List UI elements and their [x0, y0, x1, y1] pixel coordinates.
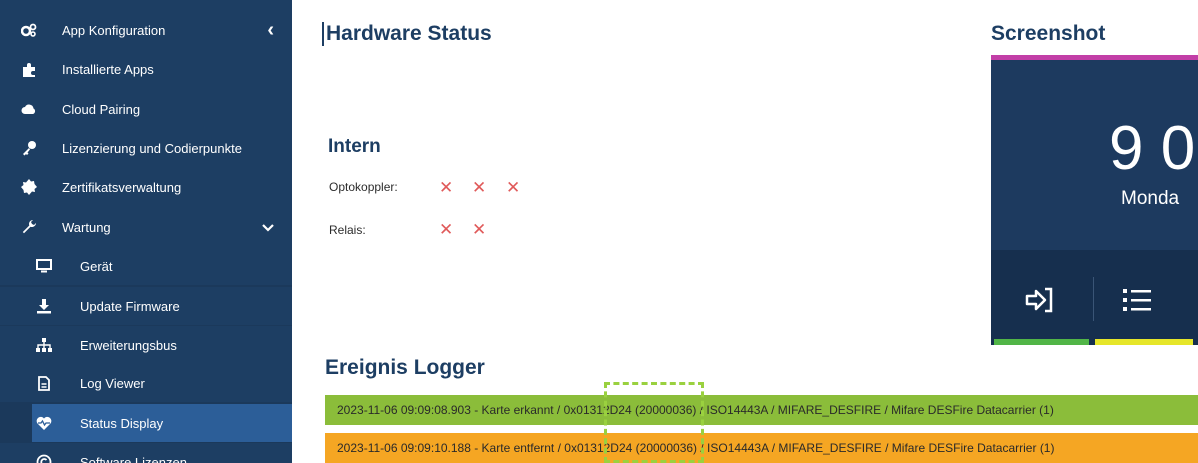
- preview-action-bar: [991, 250, 1198, 345]
- sidebar-item-wartung[interactable]: Wartung: [0, 208, 292, 246]
- gears-icon: [21, 22, 37, 38]
- sidebar-item-lizenzierung[interactable]: Lizenzierung und Codierpunkte: [0, 129, 292, 167]
- preview-divider: [1093, 277, 1094, 321]
- preview-status-bar-green: [994, 339, 1089, 345]
- sidebar-item-label: Log Viewer: [80, 375, 145, 391]
- cloud-icon: [21, 101, 37, 117]
- wrench-icon: [21, 219, 37, 235]
- sidebar-item-log-viewer[interactable]: Log Viewer: [0, 364, 292, 402]
- file-icon: [36, 375, 52, 391]
- optokoppler-label: Optokoppler:: [329, 180, 398, 194]
- certificate-icon: [21, 179, 37, 195]
- sidebar-item-app-konfiguration[interactable]: App Konfiguration ‹: [0, 11, 292, 49]
- puzzle-icon: [21, 61, 37, 77]
- preview-day: Monda: [1121, 188, 1180, 209]
- preview-status-bar-yellow: [1095, 339, 1193, 345]
- sidebar-item-installierte-apps[interactable]: Installierte Apps: [0, 50, 292, 88]
- page-title: Hardware Status: [322, 22, 492, 46]
- sidebar-item-label: Erweiterungsbus: [80, 337, 177, 353]
- monitor-icon: [36, 258, 52, 274]
- key-icon: [21, 140, 37, 156]
- sidebar-item-label: Software Lizenzen: [80, 454, 187, 463]
- error-x-icon: ✕: [439, 178, 454, 197]
- screenshot-preview: 9 0 Monda: [991, 55, 1198, 345]
- section-title-screenshot: Screenshot: [991, 22, 1106, 45]
- heartbeat-icon: [36, 415, 52, 431]
- sidebar-item-label: Gerät: [80, 258, 113, 274]
- sidebar-item-geraet[interactable]: Gerät: [0, 247, 292, 285]
- sidebar-item-label: Update Firmware: [80, 298, 180, 314]
- error-x-icon: ✕: [472, 178, 487, 197]
- sidebar-item-label: Installierte Apps: [62, 61, 154, 77]
- sidebar-item-label: Lizenzierung und Codierpunkte: [62, 140, 242, 156]
- section-title-intern: Intern: [328, 136, 381, 157]
- log-entry: 2023-11-06 09:09:10.188 - Karte entfernt…: [325, 433, 1198, 463]
- sidebar-item-software-lizenzen[interactable]: Software Lizenzen: [0, 443, 292, 463]
- login-icon: [1025, 287, 1055, 313]
- preview-clock: 9 0: [1109, 114, 1196, 183]
- error-x-icon: ✕: [506, 178, 521, 197]
- sidebar-item-zertifikatsverwaltung[interactable]: Zertifikatsverwaltung: [0, 168, 292, 206]
- sidebar-item-status-display[interactable]: Status Display: [0, 404, 292, 442]
- download-icon: [36, 298, 52, 314]
- sidebar-item-update-firmware[interactable]: Update Firmware: [0, 287, 292, 325]
- sitemap-icon: [36, 337, 52, 353]
- chevron-down-icon: [262, 220, 274, 235]
- copyright-icon: [36, 454, 52, 463]
- sidebar-item-label: App Konfiguration: [62, 22, 166, 38]
- log-entry: 2023-11-06 09:09:08.903 - Karte erkannt …: [325, 395, 1198, 425]
- sidebar-item-label: Cloud Pairing: [62, 101, 141, 117]
- preview-top-bar: [991, 55, 1198, 60]
- sidebar-item-label: Wartung: [62, 219, 111, 235]
- section-title-logger: Ereignis Logger: [325, 356, 485, 379]
- sidebar-item-cloud-pairing[interactable]: Cloud Pairing: [0, 90, 292, 128]
- sidebar: App Konfiguration ‹ Installierte Apps Cl…: [0, 0, 292, 463]
- chevron-left-icon: ‹: [267, 18, 274, 41]
- relais-label: Relais:: [329, 223, 366, 237]
- sidebar-item-erweiterungsbus[interactable]: Erweiterungsbus: [0, 326, 292, 364]
- list-icon: [1123, 287, 1151, 313]
- sidebar-item-label: Zertifikatsverwaltung: [62, 179, 182, 195]
- sidebar-item-label: Status Display: [80, 415, 164, 431]
- error-x-icon: ✕: [472, 220, 487, 239]
- error-x-icon: ✕: [439, 220, 454, 239]
